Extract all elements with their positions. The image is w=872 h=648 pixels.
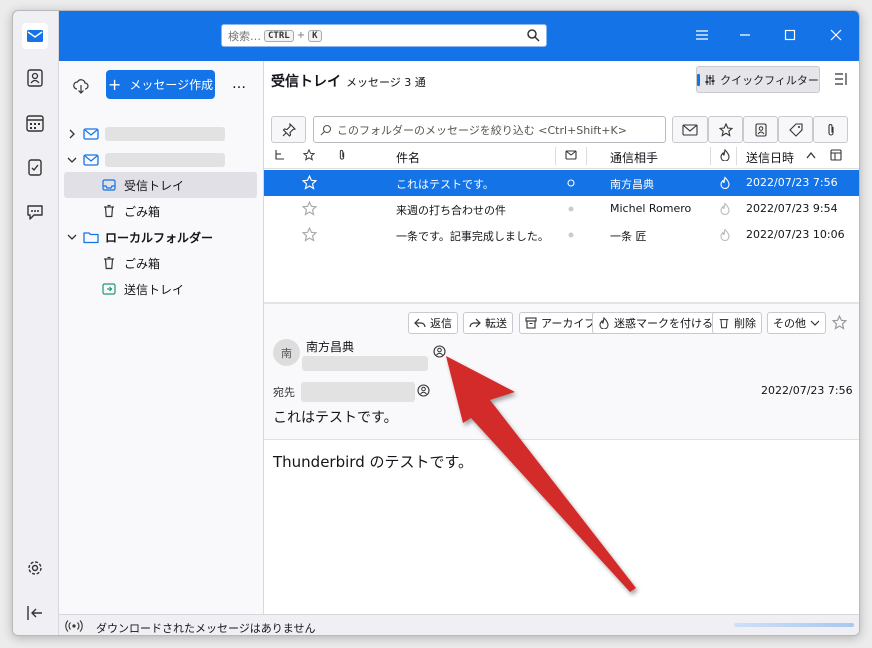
annotation-arrow-icon	[446, 356, 636, 592]
